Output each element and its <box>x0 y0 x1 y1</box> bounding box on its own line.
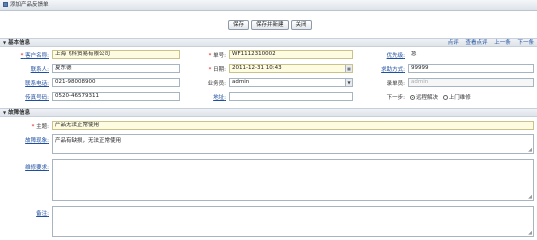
priority-field[interactable]: 急 <box>408 50 534 59</box>
prev-record-link[interactable]: 上一条 <box>494 40 511 46</box>
toolbar: 保存 保存并新建 关闭 <box>228 20 312 30</box>
contact-phone-field[interactable]: 021-98008900 <box>52 78 180 87</box>
remark-textarea[interactable]: ◢ <box>52 206 534 237</box>
save-and-new-button[interactable]: 保存并新建 <box>251 20 289 30</box>
radio-remote[interactable]: 远程解决 <box>410 95 438 101</box>
serial-field[interactable]: WF1112310002 <box>229 50 353 59</box>
close-button[interactable]: 关闭 <box>290 20 312 30</box>
date-value: 2011-12-31 10:43 <box>232 65 282 71</box>
view-reviews-link[interactable]: 查看点评 <box>465 40 487 46</box>
resize-handle-icon[interactable]: ◢ <box>528 230 532 236</box>
contact-phone-label[interactable]: 联系电话: <box>2 79 49 87</box>
subject-label: * 主题: <box>31 124 49 130</box>
resize-handle-icon[interactable]: ◢ <box>528 194 532 200</box>
fax-label[interactable]: 传真号码: <box>2 93 49 101</box>
review-link[interactable]: 点评 <box>448 40 459 46</box>
next-record-link[interactable]: 下一条 <box>517 40 534 46</box>
remark-label[interactable]: 备注: <box>2 209 49 217</box>
basic-info-title: 基本信息 <box>8 40 31 46</box>
symptom-textarea[interactable]: 产品有缺损，无法正常使用 ◢ <box>52 134 534 154</box>
address-label[interactable]: 地址: <box>190 93 226 101</box>
customer-name-label[interactable]: * 客户名称: <box>2 51 49 59</box>
clerk-label: 录单员: <box>386 81 405 87</box>
resize-handle-icon[interactable]: ◢ <box>528 147 532 153</box>
radio-off-icon <box>442 95 448 100</box>
priority-label[interactable]: 优先级: <box>360 51 405 59</box>
radio-on-icon <box>410 95 415 100</box>
save-button[interactable]: 保存 <box>228 20 250 30</box>
form-icon <box>3 2 8 7</box>
symptom-text: 产品有缺损，无法正常使用 <box>55 138 122 144</box>
contact-label[interactable]: 联系人: <box>2 65 49 73</box>
fault-info-header[interactable]: ▼ 故障信息 <box>0 108 537 117</box>
repair-req-label[interactable]: 维修要求: <box>2 163 49 171</box>
salesperson-label: 业务员: <box>207 81 226 87</box>
salesperson-select[interactable]: admin ▼ <box>229 78 353 87</box>
symptom-label[interactable]: 故障现象: <box>2 136 49 144</box>
chevron-down-icon[interactable]: ▼ <box>345 79 352 86</box>
calendar-icon[interactable]: ▦ <box>345 65 352 72</box>
clerk-field: admin <box>408 78 534 87</box>
salesperson-value: admin <box>232 79 250 85</box>
date-field[interactable]: 2011-12-31 10:43 ▦ <box>229 64 353 73</box>
record-nav: 点评 查看点评 上一条 下一条 <box>443 39 534 47</box>
window-titlebar: 添加产品反馈单 <box>0 0 537 11</box>
collapse-arrow-icon: ▼ <box>3 110 7 115</box>
contact-field[interactable]: 夏东德 <box>52 64 180 73</box>
customer-name-field[interactable]: 上海飞科贸易有限公司 <box>52 50 180 59</box>
required-mark: * <box>20 53 24 59</box>
next-step-radio-group: 远程解决 上门维修 <box>410 93 474 101</box>
window-title: 添加产品反馈单 <box>10 2 49 8</box>
basic-info-header[interactable]: ▼ 基本信息 点评 查看点评 上一条 下一条 <box>0 38 537 47</box>
serial-label: * 单号: <box>208 53 226 59</box>
address-field[interactable] <box>229 92 353 101</box>
repair-req-textarea[interactable]: ◢ <box>52 159 534 201</box>
fault-info-title: 故障信息 <box>8 110 31 116</box>
fax-field[interactable]: 0520-46579311 <box>52 92 180 101</box>
request-method-field[interactable]: 99999 <box>408 64 534 73</box>
radio-onsite[interactable]: 上门维修 <box>442 95 471 101</box>
next-step-label: 下一步: <box>386 95 405 101</box>
date-label: * 日期: <box>208 67 226 73</box>
request-method-label[interactable]: 求助方式: <box>360 65 405 73</box>
subject-field[interactable]: 产品无法正常使用 <box>52 121 534 130</box>
collapse-arrow-icon: ▼ <box>3 40 7 45</box>
